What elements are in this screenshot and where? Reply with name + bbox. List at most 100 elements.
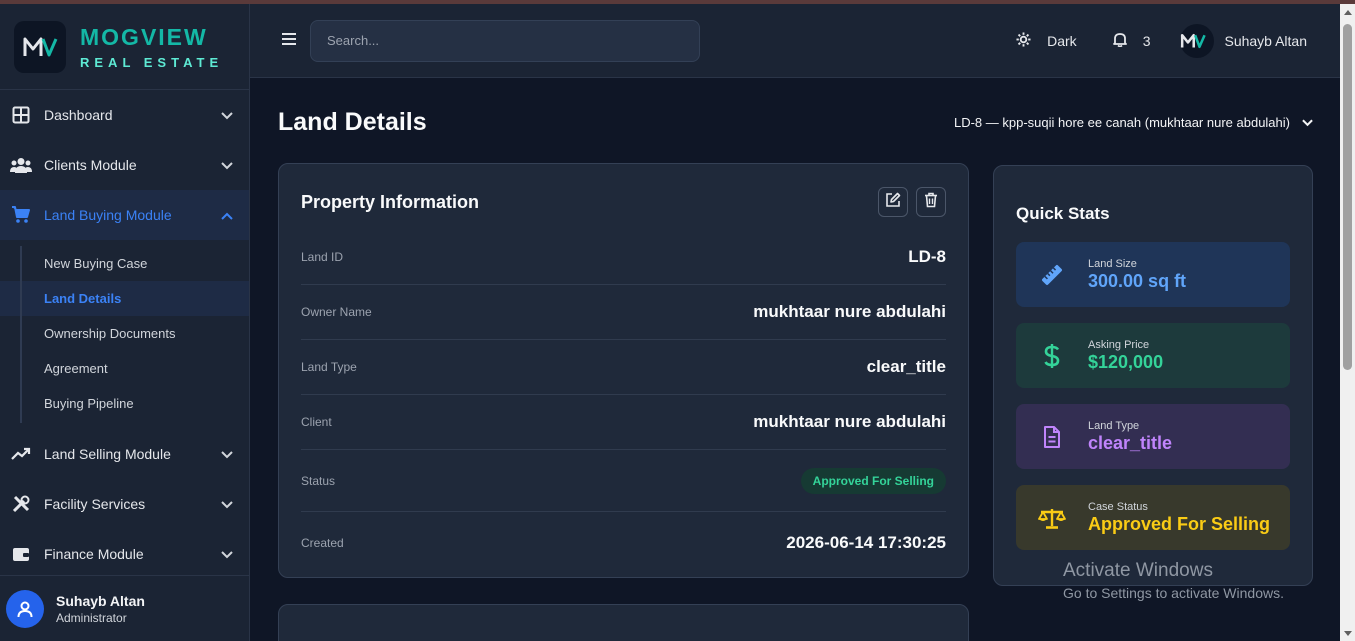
menu-toggle-icon[interactable] xyxy=(282,32,296,50)
sidebar-subitem-buying-pipeline[interactable]: Buying Pipeline xyxy=(0,386,249,421)
property-information-card: Property Information Land ID LD-8 Owner … xyxy=(278,163,969,578)
detail-row-status: Status Approved For Selling xyxy=(301,450,946,512)
stat-value: 300.00 sq ft xyxy=(1088,270,1187,291)
detail-value: mukhtaar nure abdulahi xyxy=(753,302,946,321)
tools-icon xyxy=(10,495,32,513)
stat-value: Approved For Selling xyxy=(1088,513,1271,534)
sidebar-item-finance[interactable]: Finance Module xyxy=(0,529,249,579)
sidebar: MOGVIEW REAL ESTATE Dashboard Clients Mo… xyxy=(0,4,250,641)
sidebar-item-label: Land Selling Module xyxy=(44,446,171,462)
secondary-card xyxy=(278,604,969,641)
top-header: Dark 3 Suhayb Altan xyxy=(250,4,1340,78)
watermark-title: Activate Windows xyxy=(1063,560,1213,581)
stat-asking-price: Asking Price $120,000 xyxy=(1016,323,1290,388)
sidebar-user-profile[interactable]: Suhayb Altan Administrator xyxy=(0,575,249,641)
stat-label: Land Size xyxy=(1088,257,1137,270)
sidebar-subitem-agreement[interactable]: Agreement xyxy=(0,351,249,386)
sidebar-item-land-selling[interactable]: Land Selling Module xyxy=(0,429,249,479)
detail-label: Land Type xyxy=(301,360,357,374)
bell-icon xyxy=(1112,32,1135,50)
theme-label: Dark xyxy=(1047,33,1077,49)
gear-icon xyxy=(1016,32,1039,50)
stat-label: Land Type xyxy=(1088,419,1140,432)
detail-row-created: Created 2026-06-14 17:30:25 xyxy=(301,512,946,574)
notifications-button[interactable]: 3 xyxy=(1112,32,1151,50)
logo-icon xyxy=(14,20,66,73)
edit-button[interactable] xyxy=(878,187,908,217)
land-selector-dropdown[interactable]: LD-8 — kpp-suqii hore ee canah (mukhtaar… xyxy=(954,115,1313,130)
cart-icon xyxy=(10,206,32,224)
sidebar-item-dashboard[interactable]: Dashboard xyxy=(0,90,249,140)
chevron-down-icon xyxy=(221,496,233,512)
sidebar-item-land-buying[interactable]: Land Buying Module xyxy=(0,190,249,240)
sidebar-subitem-ownership-documents[interactable]: Ownership Documents xyxy=(0,316,249,351)
sidebar-item-label: Dashboard xyxy=(44,107,113,123)
sidebar-user-name: Suhayb Altan xyxy=(56,592,145,609)
sidebar-subitem-new-buying-case[interactable]: New Buying Case xyxy=(0,246,249,281)
quick-stats-card: Quick Stats Land Size 300.00 sq ft Askin… xyxy=(993,165,1313,586)
chevron-down-icon xyxy=(221,446,233,462)
property-card-title: Property Information xyxy=(301,192,480,212)
quick-stats-title: Quick Stats xyxy=(1016,204,1110,223)
page-title: Land Details xyxy=(278,108,427,136)
stat-label: Asking Price xyxy=(1088,338,1150,351)
detail-label: Owner Name xyxy=(301,305,372,319)
chevron-down-icon xyxy=(221,107,233,123)
grid-icon xyxy=(10,106,32,124)
chevron-down-icon xyxy=(221,546,233,562)
trending-up-icon xyxy=(10,447,32,461)
brand[interactable]: MOGVIEW REAL ESTATE xyxy=(0,4,249,90)
scroll-down-icon[interactable] xyxy=(1340,625,1355,641)
document-icon xyxy=(1016,425,1088,448)
header-user-name: Suhayb Altan xyxy=(1224,33,1307,49)
detail-row-land-id: Land ID LD-8 xyxy=(301,230,946,285)
sidebar-item-clients[interactable]: Clients Module xyxy=(0,140,249,190)
sidebar-item-label: Clients Module xyxy=(44,157,137,173)
page-scrollbar[interactable] xyxy=(1340,4,1355,641)
sidebar-item-facility-services[interactable]: Facility Services xyxy=(0,479,249,529)
user-menu-button[interactable]: Suhayb Altan xyxy=(1180,24,1307,58)
detail-value: 2026-06-14 17:30:25 xyxy=(786,533,946,552)
land-buying-submenu: New Buying Case Land Details Ownership D… xyxy=(0,240,249,429)
chevron-down-icon xyxy=(221,157,233,173)
detail-label: Status xyxy=(301,473,336,488)
sidebar-subitem-land-details[interactable]: Land Details xyxy=(0,281,249,316)
windows-activation-watermark: Activate Windows Go to Settings to activ… xyxy=(1063,560,1284,601)
brand-subtitle: REAL ESTATE xyxy=(80,54,224,70)
sidebar-user-role: Administrator xyxy=(56,610,127,625)
sidebar-item-label: Land Buying Module xyxy=(44,207,172,223)
detail-row-client: Client mukhtaar nure abdulahi xyxy=(301,395,946,450)
detail-row-land-type: Land Type clear_title xyxy=(301,340,946,395)
detail-value: clear_title xyxy=(866,357,946,376)
property-details-list: Land ID LD-8 Owner Name mukhtaar nure ab… xyxy=(301,230,946,574)
stat-land-size: Land Size 300.00 sq ft xyxy=(1016,242,1290,307)
status-badge: Approved For Selling xyxy=(800,467,946,494)
chevron-down-icon xyxy=(1290,115,1313,130)
watermark-subtitle: Go to Settings to activate Windows. xyxy=(1063,585,1284,601)
detail-value: LD-8 xyxy=(908,247,946,266)
sidebar-item-label: Finance Module xyxy=(44,546,144,562)
user-icon xyxy=(6,589,44,628)
land-selector-value: LD-8 — kpp-suqii hore ee canah (mukhtaar… xyxy=(953,115,1290,130)
delete-button[interactable] xyxy=(916,187,946,217)
avatar xyxy=(1180,24,1215,58)
ruler-icon xyxy=(1016,263,1088,287)
detail-value: mukhtaar nure abdulahi xyxy=(753,412,946,431)
stat-value: $120,000 xyxy=(1088,351,1164,372)
stat-land-type: Land Type clear_title xyxy=(1016,404,1290,469)
detail-label: Created xyxy=(301,536,344,550)
detail-label: Client xyxy=(301,415,332,429)
stat-label: Case Status xyxy=(1088,500,1148,513)
stat-value: clear_title xyxy=(1088,432,1173,453)
detail-row-owner-name: Owner Name mukhtaar nure abdulahi xyxy=(301,285,946,340)
chevron-up-icon xyxy=(221,207,233,223)
scale-icon xyxy=(1016,507,1088,529)
users-icon xyxy=(10,157,32,173)
wallet-icon xyxy=(10,546,32,562)
scroll-up-icon[interactable] xyxy=(1340,4,1355,20)
scrollbar-thumb[interactable] xyxy=(1343,24,1352,370)
theme-toggle-button[interactable]: Dark xyxy=(1016,32,1077,50)
search-input[interactable] xyxy=(310,19,700,62)
notification-count: 3 xyxy=(1142,33,1151,49)
dollar-icon xyxy=(1016,343,1088,369)
